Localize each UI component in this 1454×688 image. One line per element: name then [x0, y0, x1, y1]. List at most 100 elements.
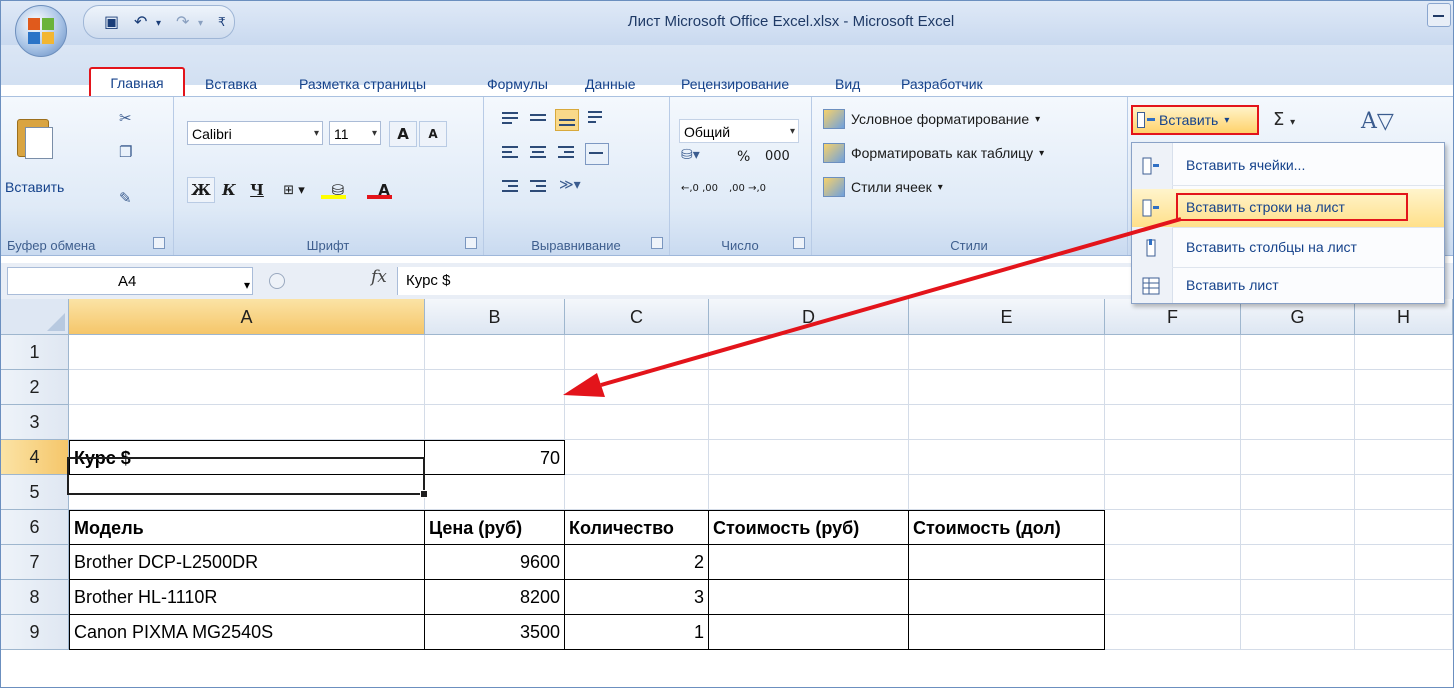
cell-b3[interactable]	[425, 405, 565, 440]
row-header-8[interactable]: 8	[1, 580, 69, 615]
shrink-font-button[interactable]: A	[419, 121, 447, 147]
wrap-text-icon[interactable]	[585, 107, 607, 127]
tab-home[interactable]: Главная	[89, 67, 185, 99]
cell-f8[interactable]	[1105, 580, 1241, 615]
align-right-icon[interactable]	[555, 143, 577, 163]
cell-d5[interactable]	[709, 475, 909, 510]
align-middle-icon[interactable]	[527, 109, 549, 129]
percent-style-button[interactable]: %	[737, 149, 750, 165]
cell-styles-button[interactable]: Стили ячеек ▾	[823, 177, 943, 197]
cell-e5[interactable]	[909, 475, 1105, 510]
comma-style-button[interactable]: 000	[765, 149, 790, 164]
alignment-launcher-icon[interactable]	[651, 237, 663, 249]
table-row-3-quantity[interactable]: 1	[565, 615, 709, 650]
cell-g2[interactable]	[1241, 370, 1355, 405]
insert-cells-button[interactable]: Вставить ▾	[1131, 105, 1259, 135]
conditional-formatting-button[interactable]: Условное форматирование ▾	[823, 109, 1040, 129]
number-launcher-icon[interactable]	[793, 237, 805, 249]
tab-insert[interactable]: Вставка	[205, 76, 257, 92]
font-color-button[interactable]: A	[363, 177, 405, 203]
table-header-quantity[interactable]: Количество	[565, 510, 709, 545]
format-as-table-button[interactable]: Форматировать как таблицу ▾	[823, 143, 1044, 163]
cell-a3[interactable]	[69, 405, 425, 440]
cell-g1[interactable]	[1241, 335, 1355, 370]
fill-color-button[interactable]: ⛁	[317, 177, 359, 203]
column-header-e[interactable]: E	[909, 299, 1105, 335]
cell-g7[interactable]	[1241, 545, 1355, 580]
font-name-select[interactable]: Calibri ▾	[187, 121, 323, 145]
font-size-select[interactable]: 11 ▾	[329, 121, 381, 145]
bold-button[interactable]: Ж	[187, 177, 215, 203]
cell-h6[interactable]	[1355, 510, 1453, 545]
align-top-icon[interactable]	[499, 109, 521, 129]
table-row-3-price[interactable]: 3500	[425, 615, 565, 650]
clipboard-launcher-icon[interactable]	[153, 237, 165, 249]
underline-button[interactable]: Ч	[243, 177, 271, 203]
cell-d3[interactable]	[709, 405, 909, 440]
cell-h1[interactable]	[1355, 335, 1453, 370]
row-header-4[interactable]: 4	[1, 440, 69, 475]
cell-h3[interactable]	[1355, 405, 1453, 440]
cell-d4[interactable]	[709, 440, 909, 475]
cell-g6[interactable]	[1241, 510, 1355, 545]
orientation-icon[interactable]: ≫▾	[559, 177, 581, 193]
table-header-cost-usd[interactable]: Стоимость (дол)	[909, 510, 1105, 545]
cell-c3[interactable]	[565, 405, 709, 440]
cell-c4[interactable]	[565, 440, 709, 475]
cell-c1[interactable]	[565, 335, 709, 370]
column-header-d[interactable]: D	[709, 299, 909, 335]
cell-f1[interactable]	[1105, 335, 1241, 370]
italic-button[interactable]: К	[215, 177, 243, 203]
cut-icon[interactable]: ✂	[119, 109, 132, 127]
office-button[interactable]	[15, 5, 67, 57]
font-launcher-icon[interactable]	[465, 237, 477, 249]
copy-icon[interactable]: ❐	[119, 143, 132, 161]
table-row-3-model[interactable]: Canon PIXMA MG2540S	[69, 615, 425, 650]
row-header-6[interactable]: 6	[1, 510, 69, 545]
cell-a2[interactable]	[69, 370, 425, 405]
cell-h4[interactable]	[1355, 440, 1453, 475]
table-row-1-model[interactable]: Brother DCP-L2500DR	[69, 545, 425, 580]
tab-page-layout[interactable]: Разметка страницы	[299, 76, 426, 92]
increase-indent-icon[interactable]	[527, 177, 549, 197]
cell-c2[interactable]	[565, 370, 709, 405]
formula-bar-splitter[interactable]	[269, 273, 285, 289]
cell-e1[interactable]	[909, 335, 1105, 370]
table-row-2-cost-rub[interactable]	[709, 580, 909, 615]
cell-f5[interactable]	[1105, 475, 1241, 510]
cell-f3[interactable]	[1105, 405, 1241, 440]
decrease-indent-icon[interactable]	[499, 177, 521, 197]
cell-b1[interactable]	[425, 335, 565, 370]
cell-c5[interactable]	[565, 475, 709, 510]
row-header-7[interactable]: 7	[1, 545, 69, 580]
currency-format-icon[interactable]: ⛁▾	[681, 147, 700, 163]
table-row-3-cost-usd[interactable]	[909, 615, 1105, 650]
menu-item-insert-columns[interactable]: Вставить столбцы на лист	[1132, 229, 1444, 267]
cell-a5[interactable]	[69, 475, 425, 510]
cell-e2[interactable]	[909, 370, 1105, 405]
row-header-5[interactable]: 5	[1, 475, 69, 510]
row-header-2[interactable]: 2	[1, 370, 69, 405]
row-header-3[interactable]: 3	[1, 405, 69, 440]
increase-decimal-button[interactable]: ←,0 ,00	[681, 183, 718, 194]
paste-label[interactable]: Вставить	[5, 179, 64, 195]
cell-g9[interactable]	[1241, 615, 1355, 650]
decrease-decimal-button[interactable]: ,00 →,0	[729, 183, 766, 194]
borders-button[interactable]: ⊞ ▾	[273, 177, 315, 203]
cell-f7[interactable]	[1105, 545, 1241, 580]
minimize-button[interactable]	[1427, 3, 1451, 27]
table-row-2-quantity[interactable]: 3	[565, 580, 709, 615]
name-box[interactable]: A4 ▾	[7, 267, 253, 295]
column-header-a[interactable]: A	[69, 299, 425, 335]
table-row-2-price[interactable]: 8200	[425, 580, 565, 615]
table-row-2-cost-usd[interactable]	[909, 580, 1105, 615]
cell-f4[interactable]	[1105, 440, 1241, 475]
number-format-select[interactable]: Общий ▾	[679, 119, 799, 143]
table-row-1-quantity[interactable]: 2	[565, 545, 709, 580]
grow-font-button[interactable]: A	[389, 121, 417, 147]
cell-g3[interactable]	[1241, 405, 1355, 440]
cell-g5[interactable]	[1241, 475, 1355, 510]
cell-d2[interactable]	[709, 370, 909, 405]
align-left-icon[interactable]	[499, 143, 521, 163]
cell-e4[interactable]	[909, 440, 1105, 475]
